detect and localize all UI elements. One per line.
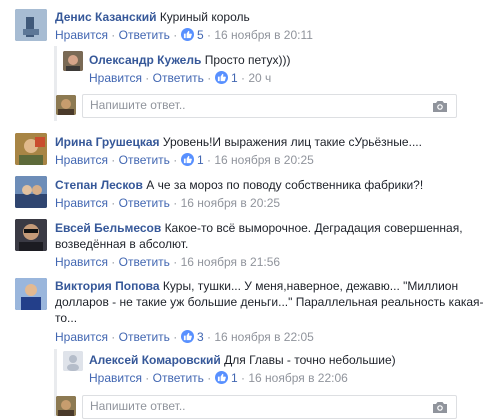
comment-author[interactable]: Виктория Попова [55, 279, 160, 293]
reply-input-box[interactable] [82, 395, 457, 419]
comment-author[interactable]: Алексей Комаровский [89, 353, 221, 367]
timestamp[interactable]: 16 ноября в 20:25 [181, 196, 280, 210]
reply-input-box[interactable] [82, 94, 457, 118]
reply-link[interactable]: Ответить [119, 255, 170, 269]
like-link[interactable]: Нравится [55, 255, 108, 269]
like-link[interactable]: Нравится [55, 196, 108, 210]
comment-text: Просто петух))) [204, 53, 291, 67]
comment-text: А че за мороз по поводу собственника фаб… [146, 178, 424, 192]
like-count[interactable]: 3 [197, 330, 204, 344]
comment-text: Куриный король [159, 10, 250, 24]
avatar [56, 95, 76, 115]
like-count[interactable]: 1 [231, 71, 238, 85]
thumbs-up-icon [180, 330, 194, 343]
comment-text-cont: долларов - не такие уж большие деньги...… [55, 295, 484, 309]
thumbs-up-icon [180, 153, 194, 166]
avatar[interactable] [15, 9, 47, 41]
timestamp[interactable]: 20 ч [248, 71, 271, 85]
reply-link[interactable]: Ответить [119, 153, 170, 167]
like-count[interactable]: 5 [197, 28, 204, 42]
comment-text-cont: то... [55, 311, 78, 325]
reply-link[interactable]: Ответить [153, 71, 204, 85]
camera-icon[interactable] [432, 100, 448, 115]
avatar[interactable] [15, 176, 47, 208]
like-count[interactable]: 1 [231, 371, 238, 385]
avatar[interactable] [15, 278, 47, 310]
avatar[interactable] [63, 351, 83, 371]
comment-author[interactable]: Евсей Бельмесов [55, 221, 161, 235]
thumbs-up-icon [180, 28, 194, 41]
avatar[interactable] [63, 51, 83, 71]
comment-author[interactable]: Ирина Грушецкая [55, 135, 160, 149]
reply-link[interactable]: Ответить [119, 330, 170, 344]
reply-input[interactable] [90, 98, 390, 112]
like-link[interactable]: Нравится [89, 371, 142, 385]
comment-author[interactable]: Олександр Кужель [89, 53, 201, 67]
avatar [56, 396, 76, 416]
reply-link[interactable]: Ответить [119, 28, 170, 42]
avatar[interactable] [15, 219, 47, 251]
avatar[interactable] [15, 133, 47, 165]
timestamp[interactable]: 16 ноября в 22:06 [248, 371, 347, 385]
like-link[interactable]: Нравится [89, 71, 142, 85]
reply-link[interactable]: Ответить [119, 196, 170, 210]
like-link[interactable]: Нравится [55, 330, 108, 344]
comment-text: Куры, тушки... У меня,наверное, дежавю..… [162, 279, 459, 293]
comment-author[interactable]: Степан Лесков [55, 178, 143, 192]
like-link[interactable]: Нравится [55, 28, 108, 42]
reply-input[interactable] [90, 399, 390, 413]
reply-link[interactable]: Ответить [153, 371, 204, 385]
like-link[interactable]: Нравится [55, 153, 108, 167]
comment-text: Какое-то всё выморочное. Деградация сове… [164, 221, 463, 235]
thumbs-up-icon [214, 371, 228, 384]
thumbs-up-icon [214, 71, 228, 84]
timestamp[interactable]: 16 ноября в 20:11 [214, 28, 313, 42]
camera-icon[interactable] [432, 401, 448, 416]
comment-author[interactable]: Денис Казанский [55, 10, 156, 24]
like-count[interactable]: 1 [197, 153, 204, 167]
timestamp[interactable]: 16 ноября в 22:05 [214, 330, 313, 344]
timestamp[interactable]: 16 ноября в 20:25 [214, 153, 313, 167]
comment-text: Для Главы - точно небольшие) [224, 353, 396, 367]
timestamp[interactable]: 16 ноября в 21:56 [181, 255, 280, 269]
comment-text: Уровень!И выражения лиц такие сУрьёзные.… [162, 135, 422, 149]
comment-text-cont: возведённая в абсолют. [55, 237, 189, 251]
